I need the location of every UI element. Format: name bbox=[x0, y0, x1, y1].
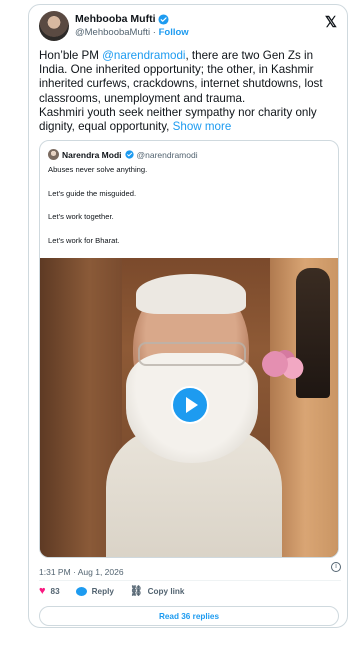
follow-button[interactable]: Follow bbox=[159, 27, 189, 38]
play-button[interactable] bbox=[171, 386, 209, 424]
play-icon bbox=[185, 397, 198, 413]
author-name[interactable]: Mehbooba Mufti bbox=[75, 13, 155, 25]
verified-badge-icon bbox=[158, 13, 170, 25]
quote-header: Narendra Modi @narendramodi bbox=[48, 149, 198, 160]
link-icon: ⛓ bbox=[129, 585, 143, 597]
like-count: 83 bbox=[50, 586, 60, 596]
separator-dot: · bbox=[150, 27, 159, 38]
info-icon[interactable]: i bbox=[331, 562, 341, 572]
tweet-card[interactable]: Mehbooba Mufti @MehboobaMufti · Follow 𝕏… bbox=[28, 4, 348, 628]
author-avatar[interactable] bbox=[39, 11, 69, 41]
quote-line: Let’s guide the misguided. bbox=[48, 188, 137, 198]
copy-link-label: Copy link bbox=[147, 586, 185, 596]
read-replies-button[interactable]: Read 36 replies bbox=[39, 606, 339, 626]
heart-icon: ♥ bbox=[39, 585, 46, 597]
like-button[interactable]: ♥ 83 bbox=[39, 585, 60, 597]
quote-author-name: Narendra Modi bbox=[62, 149, 122, 160]
quote-line: Let’s work for Bharat. bbox=[48, 235, 120, 245]
quote-line: Abuses never solve anything. bbox=[48, 165, 148, 174]
video-player[interactable] bbox=[40, 258, 338, 557]
copy-link-button[interactable]: ⛓ Copy link bbox=[130, 586, 185, 597]
reply-label: Reply bbox=[91, 586, 114, 596]
glasses bbox=[138, 342, 246, 366]
tweet-meta: 1:31 PM · Aug 1, 2026 i bbox=[39, 562, 341, 577]
person-hair bbox=[136, 274, 246, 314]
tweet-header: Mehbooba Mufti @MehboobaMufti · Follow 𝕏 bbox=[39, 11, 337, 45]
quote-verified-badge-icon bbox=[124, 150, 134, 159]
x-logo-icon[interactable]: 𝕏 bbox=[325, 13, 337, 31]
quote-author-avatar bbox=[48, 149, 59, 160]
reply-icon bbox=[75, 586, 87, 596]
timestamp[interactable]: 1:31 PM · Aug 1, 2026 bbox=[39, 567, 124, 577]
quote-author-handle: @narendramodi bbox=[136, 149, 198, 160]
tweet-text: Hon’ble PM @narendramodi, there are two … bbox=[39, 49, 341, 134]
tweet-text-prefix: Hon’ble PM bbox=[39, 49, 103, 62]
author-info: Mehbooba Mufti @MehboobaMufti · Follow bbox=[75, 13, 189, 38]
mention-link[interactable]: @narendramodi bbox=[102, 49, 185, 62]
quote-line: Let’s work together. bbox=[48, 212, 114, 221]
divider bbox=[39, 580, 341, 581]
quote-text: Abuses never solve anything. Let’s guide… bbox=[48, 165, 147, 259]
action-bar: ♥ 83 Reply ⛓ Copy link bbox=[39, 585, 185, 597]
flowers-image bbox=[260, 348, 310, 388]
author-handle[interactable]: @MehboobaMufti bbox=[75, 27, 150, 38]
reply-button[interactable]: Reply bbox=[75, 586, 114, 596]
quoted-tweet[interactable]: Narendra Modi @narendramodi Abuses never… bbox=[39, 140, 339, 558]
show-more-link[interactable]: Show more bbox=[173, 120, 232, 133]
